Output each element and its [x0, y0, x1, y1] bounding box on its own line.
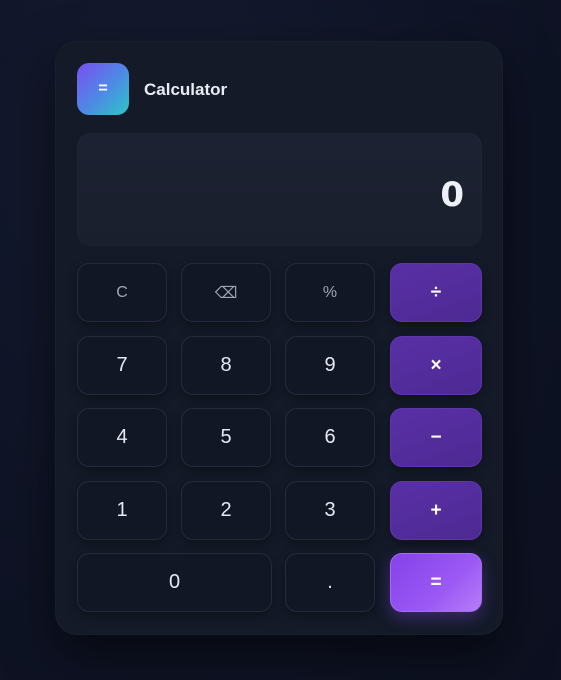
backspace-button[interactable]: ⌫ [181, 263, 271, 322]
digit-1-button[interactable]: 1 [77, 481, 167, 540]
calculator-display: 0 [77, 133, 482, 246]
digit-0-button[interactable]: 0 [77, 553, 272, 612]
app-title: Calculator [144, 80, 228, 99]
clear-button[interactable]: C [77, 263, 167, 322]
digit-6-button[interactable]: 6 [285, 408, 375, 467]
digit-2-button[interactable]: 2 [181, 481, 271, 540]
add-button[interactable]: + [390, 481, 482, 540]
logo-symbol: = [98, 80, 108, 97]
multiply-button[interactable]: × [390, 336, 482, 395]
percent-button[interactable]: % [285, 263, 375, 322]
equals-button[interactable]: = [390, 553, 482, 612]
digit-8-button[interactable]: 8 [181, 336, 271, 395]
digit-7-button[interactable]: 7 [77, 336, 167, 395]
subtract-button[interactable]: − [390, 408, 482, 467]
digit-5-button[interactable]: 5 [181, 408, 271, 467]
display-value: 0 [440, 175, 464, 215]
digit-4-button[interactable]: 4 [77, 408, 167, 467]
divide-button[interactable]: ÷ [390, 263, 482, 322]
decimal-button[interactable]: . [285, 553, 375, 612]
calculator-logo-icon: = [77, 63, 129, 115]
digit-9-button[interactable]: 9 [285, 336, 375, 395]
calculator-card: = Calculator 0 C ⌫ % ÷ 7 8 9 × 4 5 6 − 1… [55, 41, 503, 635]
digit-3-button[interactable]: 3 [285, 481, 375, 540]
